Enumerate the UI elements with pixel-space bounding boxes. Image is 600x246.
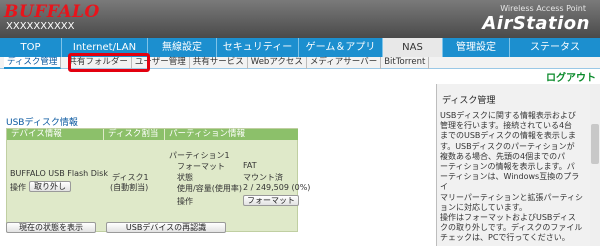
partition-operation-label: 操作 [177, 197, 193, 206]
header-disk-allocation: ディスク割当 [104, 129, 164, 140]
help-line: 管理を行います。接続されている4台 [440, 121, 573, 131]
state-label: 状態 [177, 173, 193, 182]
logout-link[interactable]: ログアウト [546, 69, 596, 84]
nav-security[interactable]: セキュリティー [217, 38, 299, 57]
header: BUFFALO XXXXXXXXXX Wireless Access Point… [0, 0, 600, 38]
help-line: USBディスクに関する情報表示および [440, 111, 576, 120]
subnav-media-server[interactable]: メディアサーバー [307, 57, 382, 69]
help-line: までのUSBディスクの情報を表示しま [440, 131, 576, 141]
usage-label: 使用/容量(使用率) [177, 184, 242, 193]
nav-wireless[interactable]: 無線設定 [148, 38, 217, 57]
help-title: ディスク管理 [442, 96, 496, 106]
nav-game-apps[interactable]: ゲーム＆アプリ [299, 38, 383, 57]
header-partition-info: パーティション情報 [165, 129, 298, 140]
model-name: XXXXXXXXXX [6, 21, 75, 32]
allocation-mode: (自動割当) [110, 183, 149, 192]
help-line: ーティションの情報を表示します。パ [440, 162, 575, 172]
help-line: 複数ある場合、先頭の4個までのパ [440, 151, 566, 161]
remove-button[interactable]: 取り外し [29, 181, 71, 192]
header-device-info: デバイス情報 [7, 129, 103, 140]
show-status-button[interactable]: 現在の状態を表示 [6, 222, 96, 233]
nav-nas[interactable]: NAS [383, 38, 443, 57]
subnav-shared-service[interactable]: 共有サービス [190, 57, 248, 69]
usb-disk-table: デバイス情報 ディスク割当 パーティション情報 BUFFALO USB Flas… [6, 128, 310, 232]
state-value: マウント済 [243, 173, 283, 182]
product-subtitle: Wireless Access Point [500, 4, 586, 13]
nav-top[interactable]: TOP [0, 38, 62, 57]
subnav-disk-management[interactable]: ディスク管理 [4, 57, 62, 69]
sidebar-scrollbar[interactable] [590, 84, 600, 246]
help-line: す。USBディスクのパーティションが [440, 141, 575, 151]
format-button[interactable]: フォーマット [243, 195, 299, 206]
partition-name: パーティション1 [169, 151, 230, 160]
main-content: USBディスク情報 デバイス情報 ディスク割当 パーティション情報 BUFFAL… [0, 84, 430, 246]
help-line: マリーパーティションと拡張パーティシ [440, 192, 583, 202]
nav-status[interactable]: ステータス [510, 38, 600, 57]
help-line: 操作はフォーマットおよびUSBディス [440, 213, 576, 223]
product-logo: AirStation [482, 13, 590, 34]
nav-admin[interactable]: 管理設定 [443, 38, 510, 57]
device-name: BUFFALO USB Flash Disk [10, 169, 108, 178]
help-text: USBディスクに関する情報表示および 管理を行います。接続されている4台 までの… [440, 111, 584, 244]
device-operation-label: 操作 [10, 183, 26, 192]
highlight-annotation [68, 53, 150, 72]
sidebar-scroll-thumb[interactable] [591, 124, 599, 164]
format-value: FAT [243, 161, 257, 170]
brand-logo: BUFFALO [4, 2, 100, 22]
section-title: USBディスク情報 [6, 118, 78, 128]
usage-value: 2 / 249,509 (0%) [243, 183, 311, 192]
subnav-web-access[interactable]: Webアクセス [248, 57, 307, 69]
help-line: ョンに対応しています。 [440, 202, 527, 212]
help-line: ーティションは、Windows互換のプライ [440, 172, 580, 192]
subnav-bittorrent[interactable]: BitTorrent [381, 57, 430, 69]
help-line: チェックは、PCで行ってください。 [440, 233, 570, 243]
help-line: クの取り外しです。ディスクのファイル [440, 223, 583, 233]
rescan-usb-button[interactable]: USBデバイスの再認識 [106, 222, 226, 233]
format-label: フォーマット [177, 162, 225, 171]
